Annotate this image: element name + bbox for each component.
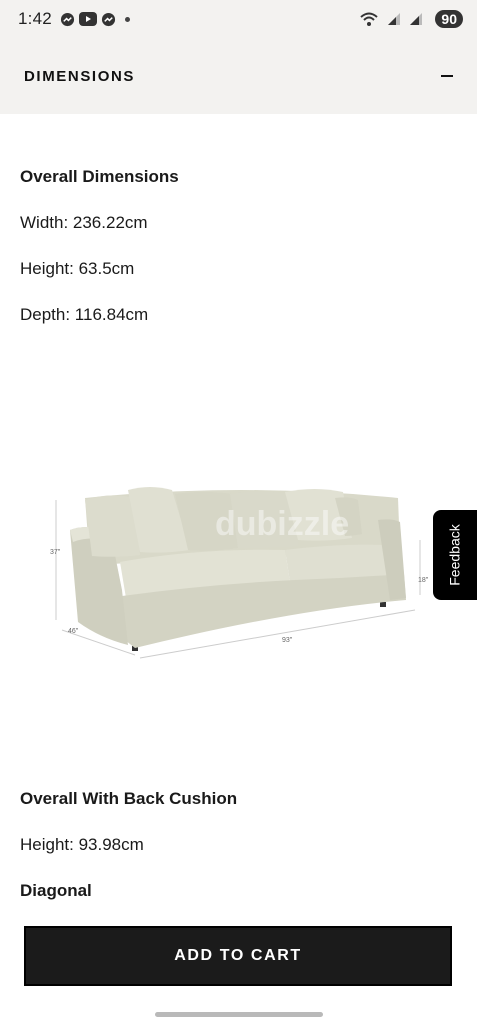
label-back-height: 37" bbox=[50, 549, 61, 556]
label-seat-height: 18" bbox=[418, 577, 429, 584]
back-cushion-height-value: Height: 93.98cm bbox=[20, 835, 144, 854]
signal-icon bbox=[387, 12, 401, 26]
gesture-nav-handle[interactable] bbox=[155, 1012, 323, 1017]
notification-dot-icon bbox=[124, 16, 130, 22]
label-depth: 46" bbox=[68, 628, 79, 635]
wifi-icon bbox=[359, 11, 379, 27]
add-to-cart-button[interactable]: ADD TO CART bbox=[24, 926, 452, 986]
status-bar: 1:42 90 bbox=[0, 0, 477, 38]
sofa-dimension-image: dubizzle 37" 18" 46" 93" bbox=[40, 470, 440, 670]
page: 1:42 90 DIMENSIONS Overall Dimensions Wi… bbox=[0, 0, 477, 1024]
messenger-icon bbox=[60, 12, 75, 27]
height-value: Height: 63.5cm bbox=[20, 259, 135, 278]
youtube-icon bbox=[78, 12, 97, 26]
feedback-tab[interactable]: Feedback bbox=[433, 510, 477, 600]
depth-value: Depth: 116.84cm bbox=[20, 305, 149, 324]
accordion-title: DIMENSIONS bbox=[24, 67, 136, 85]
width-value: Width: 236.22cm bbox=[20, 213, 148, 232]
cta-bar: ADD TO CART bbox=[0, 916, 477, 1006]
dimensions-accordion-header[interactable]: DIMENSIONS bbox=[0, 38, 477, 114]
feedback-label: Feedback bbox=[447, 524, 464, 586]
signal-icon bbox=[409, 12, 423, 26]
diagonal-heading: Diagonal bbox=[20, 881, 92, 900]
collapse-icon[interactable] bbox=[441, 75, 453, 77]
messenger-icon bbox=[101, 12, 116, 27]
overall-dimensions-heading: Overall Dimensions bbox=[20, 167, 179, 186]
watermark-text: dubizzle bbox=[215, 505, 349, 543]
status-indicators: 90 bbox=[359, 10, 463, 28]
back-cushion-heading: Overall With Back Cushion bbox=[20, 789, 238, 808]
battery-indicator: 90 bbox=[435, 10, 463, 28]
status-time: 1:42 bbox=[18, 9, 52, 28]
label-width: 93" bbox=[282, 637, 293, 644]
